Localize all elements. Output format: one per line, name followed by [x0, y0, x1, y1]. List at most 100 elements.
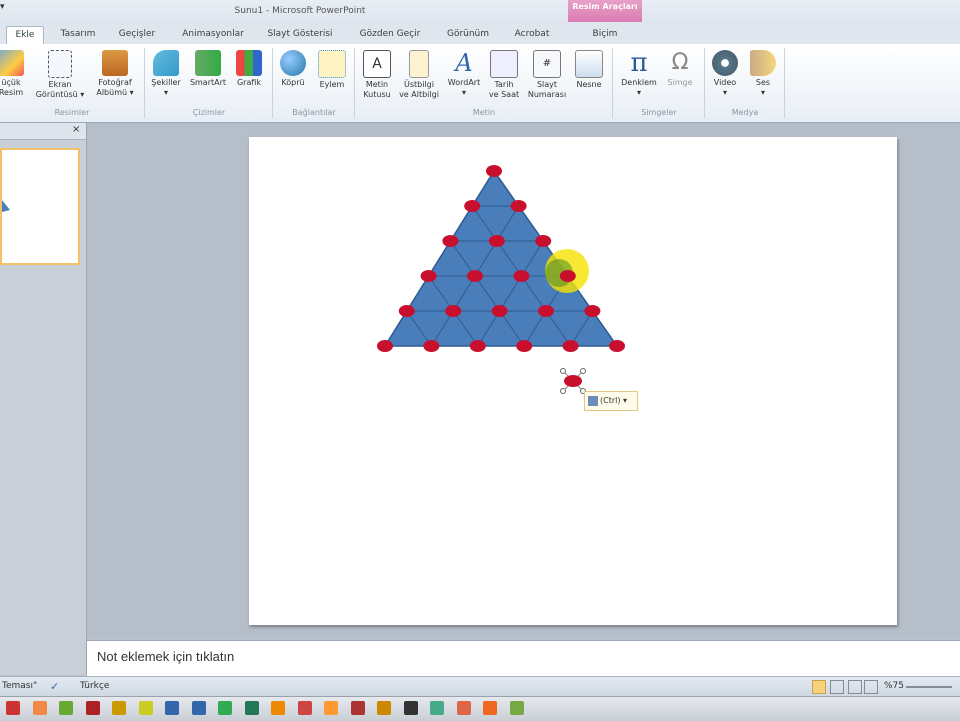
- triangle-node[interactable]: [516, 340, 533, 352]
- action-button[interactable]: Eylem: [314, 48, 350, 106]
- chart-button[interactable]: Grafik: [232, 48, 266, 106]
- smartart-button[interactable]: SmartArt: [186, 48, 230, 106]
- triangle-node[interactable]: [584, 305, 601, 317]
- taskbar-app-icon[interactable]: [377, 701, 391, 715]
- group-label-cizimler: Çizimler: [192, 108, 226, 117]
- reading-view-icon[interactable]: [848, 680, 862, 694]
- triangle-node[interactable]: [445, 305, 462, 317]
- taskbar-app-icon[interactable]: [244, 701, 259, 715]
- thumbnail-preview: [2, 200, 10, 212]
- triangle-node[interactable]: [377, 340, 393, 352]
- tab-bicim[interactable]: Biçim: [572, 26, 638, 44]
- video-button[interactable]: Video ▾: [706, 48, 744, 106]
- taskbar-app-icon[interactable]: [297, 701, 312, 715]
- tab-acrobat[interactable]: Acrobat: [506, 26, 558, 44]
- triangle-node[interactable]: [464, 200, 481, 212]
- close-icon[interactable]: ×: [72, 124, 80, 135]
- slide-number-button[interactable]: # Slayt Numarası: [524, 48, 570, 106]
- window-title: Sunu1 - Microsoft PowerPoint: [234, 6, 366, 16]
- triangle-node[interactable]: [538, 305, 554, 317]
- triangle-node[interactable]: [491, 305, 508, 317]
- language-label[interactable]: Türkçe: [80, 681, 109, 691]
- triangle-node[interactable]: [562, 340, 579, 352]
- triangle-node[interactable]: [423, 340, 440, 352]
- taskbar-app-icon[interactable]: [430, 701, 444, 715]
- taskbar-app-icon[interactable]: [271, 701, 285, 715]
- triangle-node[interactable]: [467, 270, 483, 282]
- photo-album-button[interactable]: Fotoğraf Albümü ▾: [92, 48, 138, 106]
- group-separator: [612, 48, 613, 118]
- slide-number-icon: #: [533, 50, 561, 78]
- zoom-slider[interactable]: [906, 686, 952, 688]
- slide-thumbnail-1[interactable]: [0, 148, 80, 265]
- taskbar-app-icon[interactable]: [165, 701, 179, 715]
- bar-chart-icon: [236, 50, 262, 76]
- taskbar-app-icon[interactable]: [350, 701, 365, 715]
- spellcheck-icon[interactable]: ✓: [50, 680, 59, 693]
- taskbar-app-icon[interactable]: [456, 701, 471, 715]
- taskbar-app-icon[interactable]: [483, 701, 497, 715]
- app-menu-icon[interactable]: ▾: [0, 2, 10, 12]
- object-icon: [575, 50, 603, 78]
- notes-placeholder[interactable]: Not eklemek için tıklatın: [97, 649, 234, 664]
- audio-button[interactable]: Ses ▾: [748, 48, 778, 106]
- taskbar-app-icon[interactable]: [59, 701, 73, 715]
- group-label-simgeler: Simgeler: [641, 108, 677, 117]
- taskbar-app-icon[interactable]: [403, 701, 418, 715]
- triangle-node[interactable]: [559, 270, 576, 282]
- triangle-node[interactable]: [420, 270, 437, 282]
- tab-slayt-gosterisi[interactable]: Slayt Gösterisi: [262, 26, 338, 44]
- equation-button[interactable]: π Denklem ▾: [616, 48, 662, 106]
- triangle-drawing[interactable]: [249, 137, 897, 625]
- shapes-icon: [153, 50, 179, 76]
- zoom-level[interactable]: %75: [884, 681, 904, 691]
- hyperlink-button[interactable]: Köprü: [276, 48, 310, 106]
- slide-sorter-icon[interactable]: [830, 680, 844, 694]
- tab-tasarim[interactable]: Tasarım: [52, 26, 104, 44]
- taskbar-app-icon[interactable]: [138, 701, 153, 715]
- triangle-node[interactable]: [609, 340, 625, 352]
- taskbar-app-icon[interactable]: [218, 701, 232, 715]
- panel-header: ×: [0, 123, 86, 140]
- clipart-button[interactable]: üçük Resim: [0, 48, 26, 106]
- group-separator: [704, 48, 705, 118]
- triangle-node[interactable]: [442, 235, 459, 247]
- context-group-label: Resim Araçları: [572, 2, 638, 11]
- calendar-icon: [490, 50, 518, 78]
- symbol-button[interactable]: Ω Simge: [662, 48, 698, 106]
- film-reel-icon: [712, 50, 738, 76]
- text-box-button[interactable]: A Metin Kutusu: [358, 48, 396, 106]
- taskbar-app-icon[interactable]: [85, 701, 100, 715]
- ribbon-tabs: Ekle Tasarım Geçişler Animasyonlar Slayt…: [0, 22, 960, 45]
- triangle-node[interactable]: [469, 340, 486, 352]
- taskbar-app-icon[interactable]: [6, 701, 20, 715]
- tab-gorunum[interactable]: Görünüm: [438, 26, 498, 44]
- taskbar-app-icon[interactable]: [191, 701, 206, 715]
- shapes-button[interactable]: Şekiller ▾: [148, 48, 184, 106]
- triangle-node[interactable]: [486, 165, 502, 177]
- tab-animasyonlar[interactable]: Animasyonlar: [172, 26, 254, 44]
- wordart-button[interactable]: A WordArt ▾: [442, 48, 486, 106]
- triangle-node[interactable]: [398, 305, 415, 317]
- slide[interactable]: [249, 137, 897, 625]
- triangle-node[interactable]: [510, 200, 527, 212]
- selected-node[interactable]: [560, 368, 586, 394]
- paste-options-button[interactable]: (Ctrl) ▾: [584, 391, 638, 411]
- taskbar-app-icon[interactable]: [509, 701, 524, 715]
- tab-ekle[interactable]: Ekle: [6, 26, 44, 45]
- taskbar-app-icon[interactable]: [324, 701, 338, 715]
- object-button[interactable]: Nesne: [572, 48, 606, 106]
- screenshot-button[interactable]: Ekran Görüntüsü ▾: [32, 48, 88, 106]
- triangle-node[interactable]: [513, 270, 530, 282]
- triangle-node[interactable]: [535, 235, 552, 247]
- header-footer-button[interactable]: Üstbilgi ve Altbilgi: [398, 48, 440, 106]
- tab-gecisler[interactable]: Geçişler: [110, 26, 164, 44]
- taskbar-app-icon[interactable]: [112, 701, 126, 715]
- normal-view-icon[interactable]: [812, 680, 826, 694]
- triangle-node[interactable]: [488, 235, 505, 247]
- taskbar-app-icon[interactable]: [32, 701, 47, 715]
- date-time-button[interactable]: Tarih ve Saat: [486, 48, 522, 106]
- slideshow-icon[interactable]: [864, 680, 878, 694]
- tab-gozden-gecir[interactable]: Gözden Geçir: [350, 26, 430, 44]
- clipart-icon: [0, 50, 24, 76]
